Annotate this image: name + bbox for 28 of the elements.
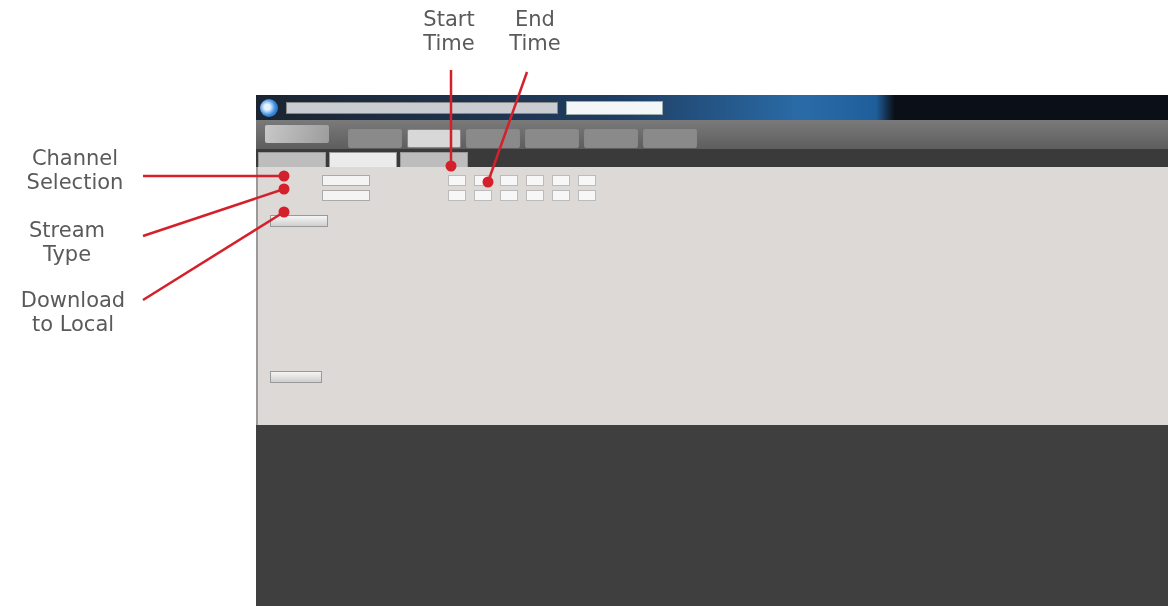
- callout-label: Start Time: [423, 7, 475, 55]
- end-time-field[interactable]: [578, 190, 596, 201]
- callout-label: Stream Type: [29, 218, 105, 266]
- end-time-field[interactable]: [448, 190, 466, 201]
- download-button[interactable]: [270, 215, 328, 227]
- end-time-field[interactable]: [474, 190, 492, 201]
- tab[interactable]: [258, 152, 326, 167]
- start-time-field[interactable]: [552, 175, 570, 186]
- address-field[interactable]: [286, 101, 558, 114]
- nav-button[interactable]: [466, 129, 520, 148]
- start-time-field[interactable]: [526, 175, 544, 186]
- callout-label: Channel Selection: [26, 146, 124, 194]
- callout-label: End Time: [509, 7, 561, 55]
- tab[interactable]: [400, 152, 468, 167]
- start-time-field[interactable]: [448, 175, 466, 186]
- start-time-field[interactable]: [578, 175, 596, 186]
- stream-type-dropdown[interactable]: [322, 190, 370, 201]
- end-time-field[interactable]: [526, 190, 544, 201]
- nav-button[interactable]: [407, 129, 461, 148]
- search-button[interactable]: [270, 371, 322, 383]
- callout-label: Download to Local: [20, 288, 126, 336]
- start-time-field[interactable]: [500, 175, 518, 186]
- browser-icon[interactable]: [260, 98, 278, 117]
- end-time-field[interactable]: [552, 190, 570, 201]
- tab[interactable]: [329, 152, 397, 167]
- end-time-field[interactable]: [500, 190, 518, 201]
- channel-dropdown[interactable]: [322, 175, 370, 186]
- search-field[interactable]: [566, 100, 663, 115]
